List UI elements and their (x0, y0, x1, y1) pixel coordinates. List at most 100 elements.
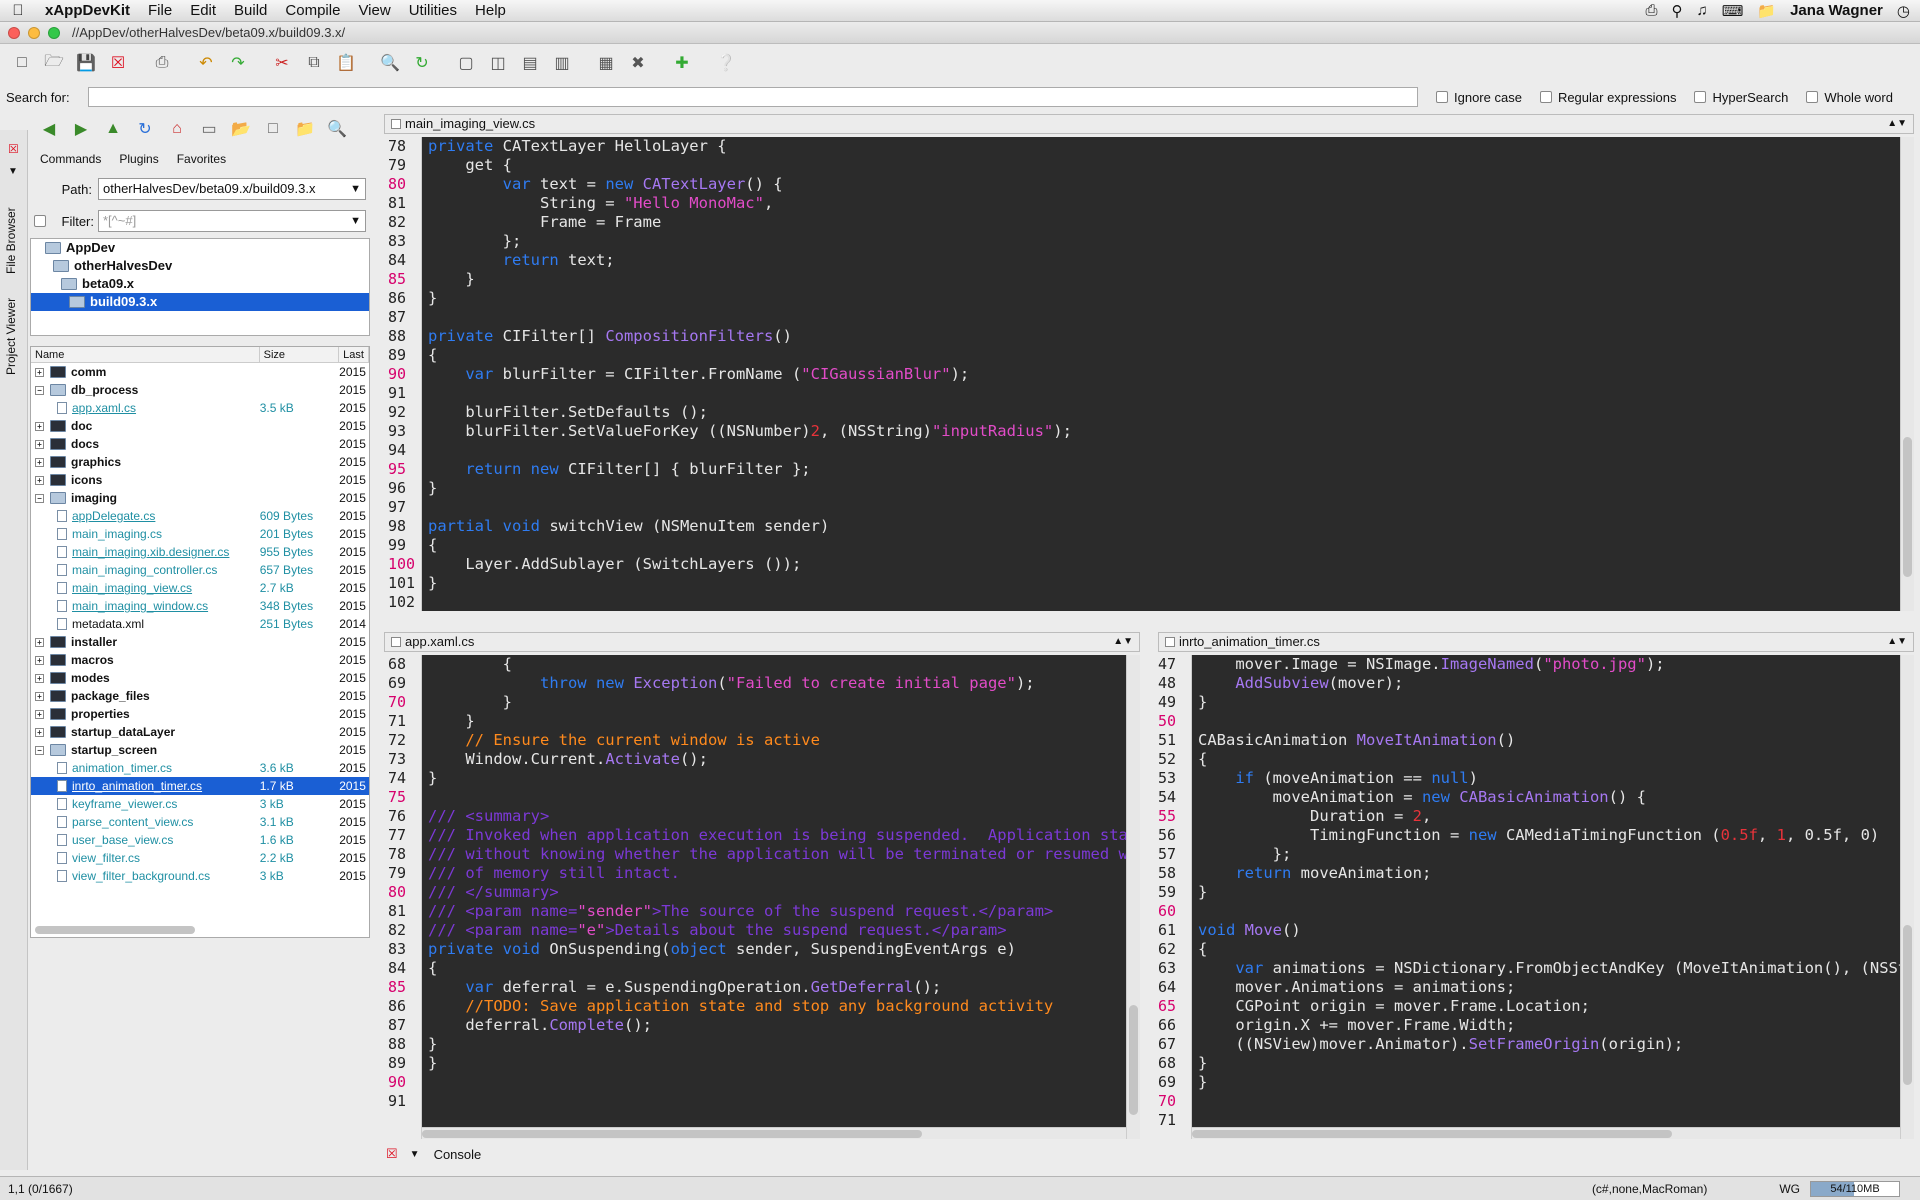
close-dock-icon[interactable]: ☒ (8, 142, 19, 156)
code-line[interactable]: { (1198, 940, 1914, 959)
chevron-updown-icon[interactable]: ▲▼ (1887, 633, 1907, 651)
split-horizontal-icon[interactable]: ▤ (516, 49, 544, 77)
chevron-updown-icon[interactable]: ▲▼ (1887, 115, 1907, 133)
filter-input[interactable]: *[^~#] ▼ (98, 210, 366, 232)
scroll-thumb[interactable] (1903, 437, 1912, 577)
filter-checkbox[interactable] (34, 215, 46, 227)
scroll-thumb[interactable] (1192, 1130, 1672, 1138)
file-row[interactable]: user_base_view.cs 1.6 kB 2015 (31, 831, 369, 849)
dock-menu-icon[interactable]: ▼ (8, 166, 18, 177)
close-window-button[interactable] (8, 26, 20, 39)
code-area[interactable]: { throw new Exception("Failed to create … (428, 655, 1140, 1111)
expand-icon[interactable]: + (35, 475, 44, 485)
code-line[interactable]: get { (428, 156, 1914, 175)
code-line[interactable]: { (428, 655, 1140, 674)
file-row[interactable]: view_filter.cs 2.2 kB 2015 (31, 849, 369, 867)
code-line[interactable]: Duration = 2, (1198, 807, 1914, 826)
code-line[interactable]: /// <param name="sender">The source of t… (428, 902, 1140, 921)
tools-icon[interactable]: ✖ (624, 49, 652, 77)
code-line[interactable]: } (1198, 1054, 1914, 1073)
directory-item[interactable]: otherHalvesDev (31, 257, 369, 275)
expand-icon[interactable]: + (35, 709, 44, 719)
scroll-thumb[interactable] (422, 1130, 922, 1138)
printer-icon[interactable]: ⎙ (1645, 2, 1657, 19)
code-line[interactable]: TimingFunction = new CAMediaTimingFuncti… (1198, 826, 1914, 845)
find-icon[interactable]: 🔍 (376, 49, 404, 77)
menu-compile[interactable]: Compile (276, 0, 349, 22)
file-row[interactable]: appDelegate.cs 609 Bytes 2015 (31, 507, 369, 525)
code-line[interactable]: CABasicAnimation MoveItAnimation() (1198, 731, 1914, 750)
code-line[interactable] (428, 441, 1914, 460)
code-line[interactable]: } (428, 1035, 1140, 1054)
folder-row[interactable]: + docs 2015 (31, 435, 369, 453)
split-view-icon[interactable]: ◫ (484, 49, 512, 77)
back-icon[interactable]: ◀ (36, 118, 62, 140)
editor-top-header[interactable]: main_imaging_view.cs ▲▼ (384, 114, 1914, 134)
editor-left-header[interactable]: app.xaml.cs ▲▼ (384, 632, 1140, 652)
code-line[interactable]: /// </summary> (428, 883, 1140, 902)
forward-icon[interactable]: ▶ (68, 118, 94, 140)
file-row[interactable]: metadata.xml 251 Bytes 2014 (31, 615, 369, 633)
horizontal-scrollbar[interactable] (35, 926, 195, 934)
code-line[interactable]: private CIFilter[] CompositionFilters() (428, 327, 1914, 346)
find-replace-icon[interactable]: ↻ (408, 49, 436, 77)
folder-row[interactable]: + graphics 2015 (31, 453, 369, 471)
file-row[interactable]: inrto_animation_timer.cs 1.7 kB 2015 (31, 777, 369, 795)
menu-file[interactable]: File (139, 0, 181, 22)
file-row[interactable]: parse_content_view.cs 3.1 kB 2015 (31, 813, 369, 831)
file-row[interactable]: keyframe_viewer.cs 3 kB 2015 (31, 795, 369, 813)
search-option-ignore-case[interactable]: Ignore case (1436, 90, 1522, 105)
file-row[interactable]: main_imaging.xib.designer.cs 955 Bytes 201… (31, 543, 369, 561)
code-line[interactable]: } (428, 574, 1914, 593)
code-line[interactable]: private CATextLayer HelloLayer { (428, 137, 1914, 156)
code-line[interactable]: void Move() (1198, 921, 1914, 940)
file-row[interactable]: view_filter_background.cs 3 kB 2015 (31, 867, 369, 885)
code-line[interactable]: Layer.AddSublayer (SwitchLayers ()); (428, 555, 1914, 574)
code-line[interactable]: return text; (428, 251, 1914, 270)
search-option-regular-expressions[interactable]: Regular expressions (1539, 90, 1676, 105)
vertical-scrollbar[interactable] (1126, 655, 1140, 1139)
folder-row[interactable]: + comm 2015 (31, 363, 369, 381)
expand-icon[interactable]: + (35, 691, 44, 701)
chevron-updown-icon[interactable]: ▲▼ (1113, 633, 1133, 651)
split-vertical-icon[interactable]: ▥ (548, 49, 576, 77)
code-line[interactable]: if (moveAnimation == null) (1198, 769, 1914, 788)
close-console-icon[interactable]: ☒ (386, 1146, 398, 1162)
code-line[interactable]: origin.X += mover.Frame.Width; (1198, 1016, 1914, 1035)
chevron-down-icon[interactable]: ▼ (350, 211, 361, 231)
code-line[interactable]: } (428, 769, 1140, 788)
code-line[interactable] (1198, 902, 1914, 921)
code-line[interactable]: /// without knowing whether the applicat… (428, 845, 1140, 864)
code-line[interactable]: } (428, 479, 1914, 498)
copy-icon[interactable]: ⧉ (300, 49, 328, 77)
folder-icon[interactable]: 📁 (1757, 2, 1776, 20)
menu-build[interactable]: Build (225, 0, 276, 22)
minimize-window-button[interactable] (28, 26, 40, 39)
code-line[interactable]: { (428, 536, 1914, 555)
folder-row[interactable]: − imaging 2015 (31, 489, 369, 507)
code-line[interactable]: mover.Animations = animations; (1198, 978, 1914, 997)
menu-edit[interactable]: Edit (181, 0, 225, 22)
scroll-thumb[interactable] (1129, 1005, 1138, 1115)
apple-menu-icon[interactable]:  (0, 2, 36, 19)
code-line[interactable]: moveAnimation = new CABasicAnimation() { (1198, 788, 1914, 807)
caret-position[interactable]: 1,1 (0/1667) (8, 1182, 73, 1196)
code-line[interactable]: var text = new CATextLayer() { (428, 175, 1914, 194)
file-row[interactable]: animation_timer.cs 3.6 kB 2015 (31, 759, 369, 777)
search-directory-icon[interactable]: 🔍 (324, 118, 350, 140)
code-line[interactable] (428, 384, 1914, 403)
expand-icon[interactable]: + (35, 673, 44, 683)
subtab-favorites[interactable]: Favorites (177, 152, 226, 166)
column-name-header[interactable]: Name (31, 347, 260, 362)
collapse-icon[interactable]: − (35, 745, 44, 755)
code-line[interactable]: } (428, 1054, 1140, 1073)
code-line[interactable]: } (1198, 883, 1914, 902)
plugin-manager-icon[interactable]: ✚ (668, 49, 696, 77)
editor-left[interactable]: 68 69 70 71 72 73 74 75 76 77 78 79 80 81 82 83 84 85 86 87… (384, 655, 1140, 1139)
code-line[interactable]: private void OnSuspending(object sender,… (428, 940, 1140, 959)
code-line[interactable]: } (428, 712, 1140, 731)
folder-row[interactable]: + properties 2015 (31, 705, 369, 723)
redo-icon[interactable]: ↷ (224, 49, 252, 77)
code-line[interactable]: String = "Hello MonoMac", (428, 194, 1914, 213)
subtab-plugins[interactable]: Plugins (119, 152, 158, 166)
